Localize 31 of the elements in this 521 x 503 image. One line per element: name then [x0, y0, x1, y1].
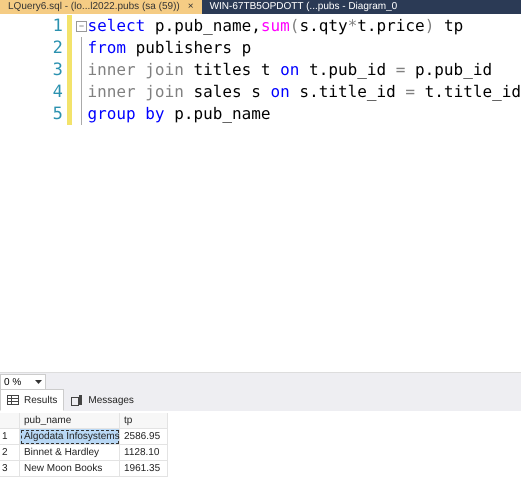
results-tab[interactable]: Messages [64, 389, 141, 411]
code-line: group by p.pub_name [88, 103, 271, 125]
line-number: 3 [52, 59, 63, 81]
row-number: 2 [0, 445, 20, 461]
table-cell[interactable]: 2586.95 [120, 429, 168, 445]
column-header: pub_name [20, 413, 120, 429]
close-icon[interactable]: × [188, 0, 194, 14]
table-cell[interactable]: Algodata Infosystems [20, 429, 120, 445]
caret-icon [35, 380, 42, 384]
zoom-dropdown[interactable]: 0 % [0, 374, 46, 390]
line-number: 4 [52, 81, 63, 103]
line-number: 2 [52, 37, 63, 59]
line-number: 5 [52, 103, 63, 125]
code-line: select p.pub_name,sum(s.qty*t.price) tp [88, 15, 464, 37]
results-tab[interactable]: Results [0, 389, 64, 411]
document-tab[interactable]: LQuery6.sql - (lo...l2022.pubs (sa (59)) × [0, 0, 202, 14]
corner-header-cell[interactable] [0, 413, 20, 429]
row-number: 3 [0, 461, 20, 477]
document-tab[interactable]: WIN-67TB5OPDOTT (...pubs - Diagram_0 [202, 0, 406, 14]
document-icon [71, 394, 84, 406]
collapse-icon[interactable]: − [76, 20, 87, 32]
line-number: 1 [52, 15, 63, 37]
table-cell[interactable]: New Moon Books [20, 461, 120, 477]
grid-icon [7, 395, 19, 405]
code-line: from publishers p [88, 37, 252, 59]
table-cell[interactable]: 1128.10 [120, 445, 168, 461]
column-header: tp [120, 413, 168, 429]
table-cell[interactable]: Binnet & Hardley [20, 445, 120, 461]
code-line: inner join titles t on t.pub_id = p.pub_id [88, 59, 492, 81]
table-cell[interactable]: 1961.35 [120, 461, 168, 477]
code-line: inner join sales s on s.title_id = t.title_id [88, 81, 521, 103]
